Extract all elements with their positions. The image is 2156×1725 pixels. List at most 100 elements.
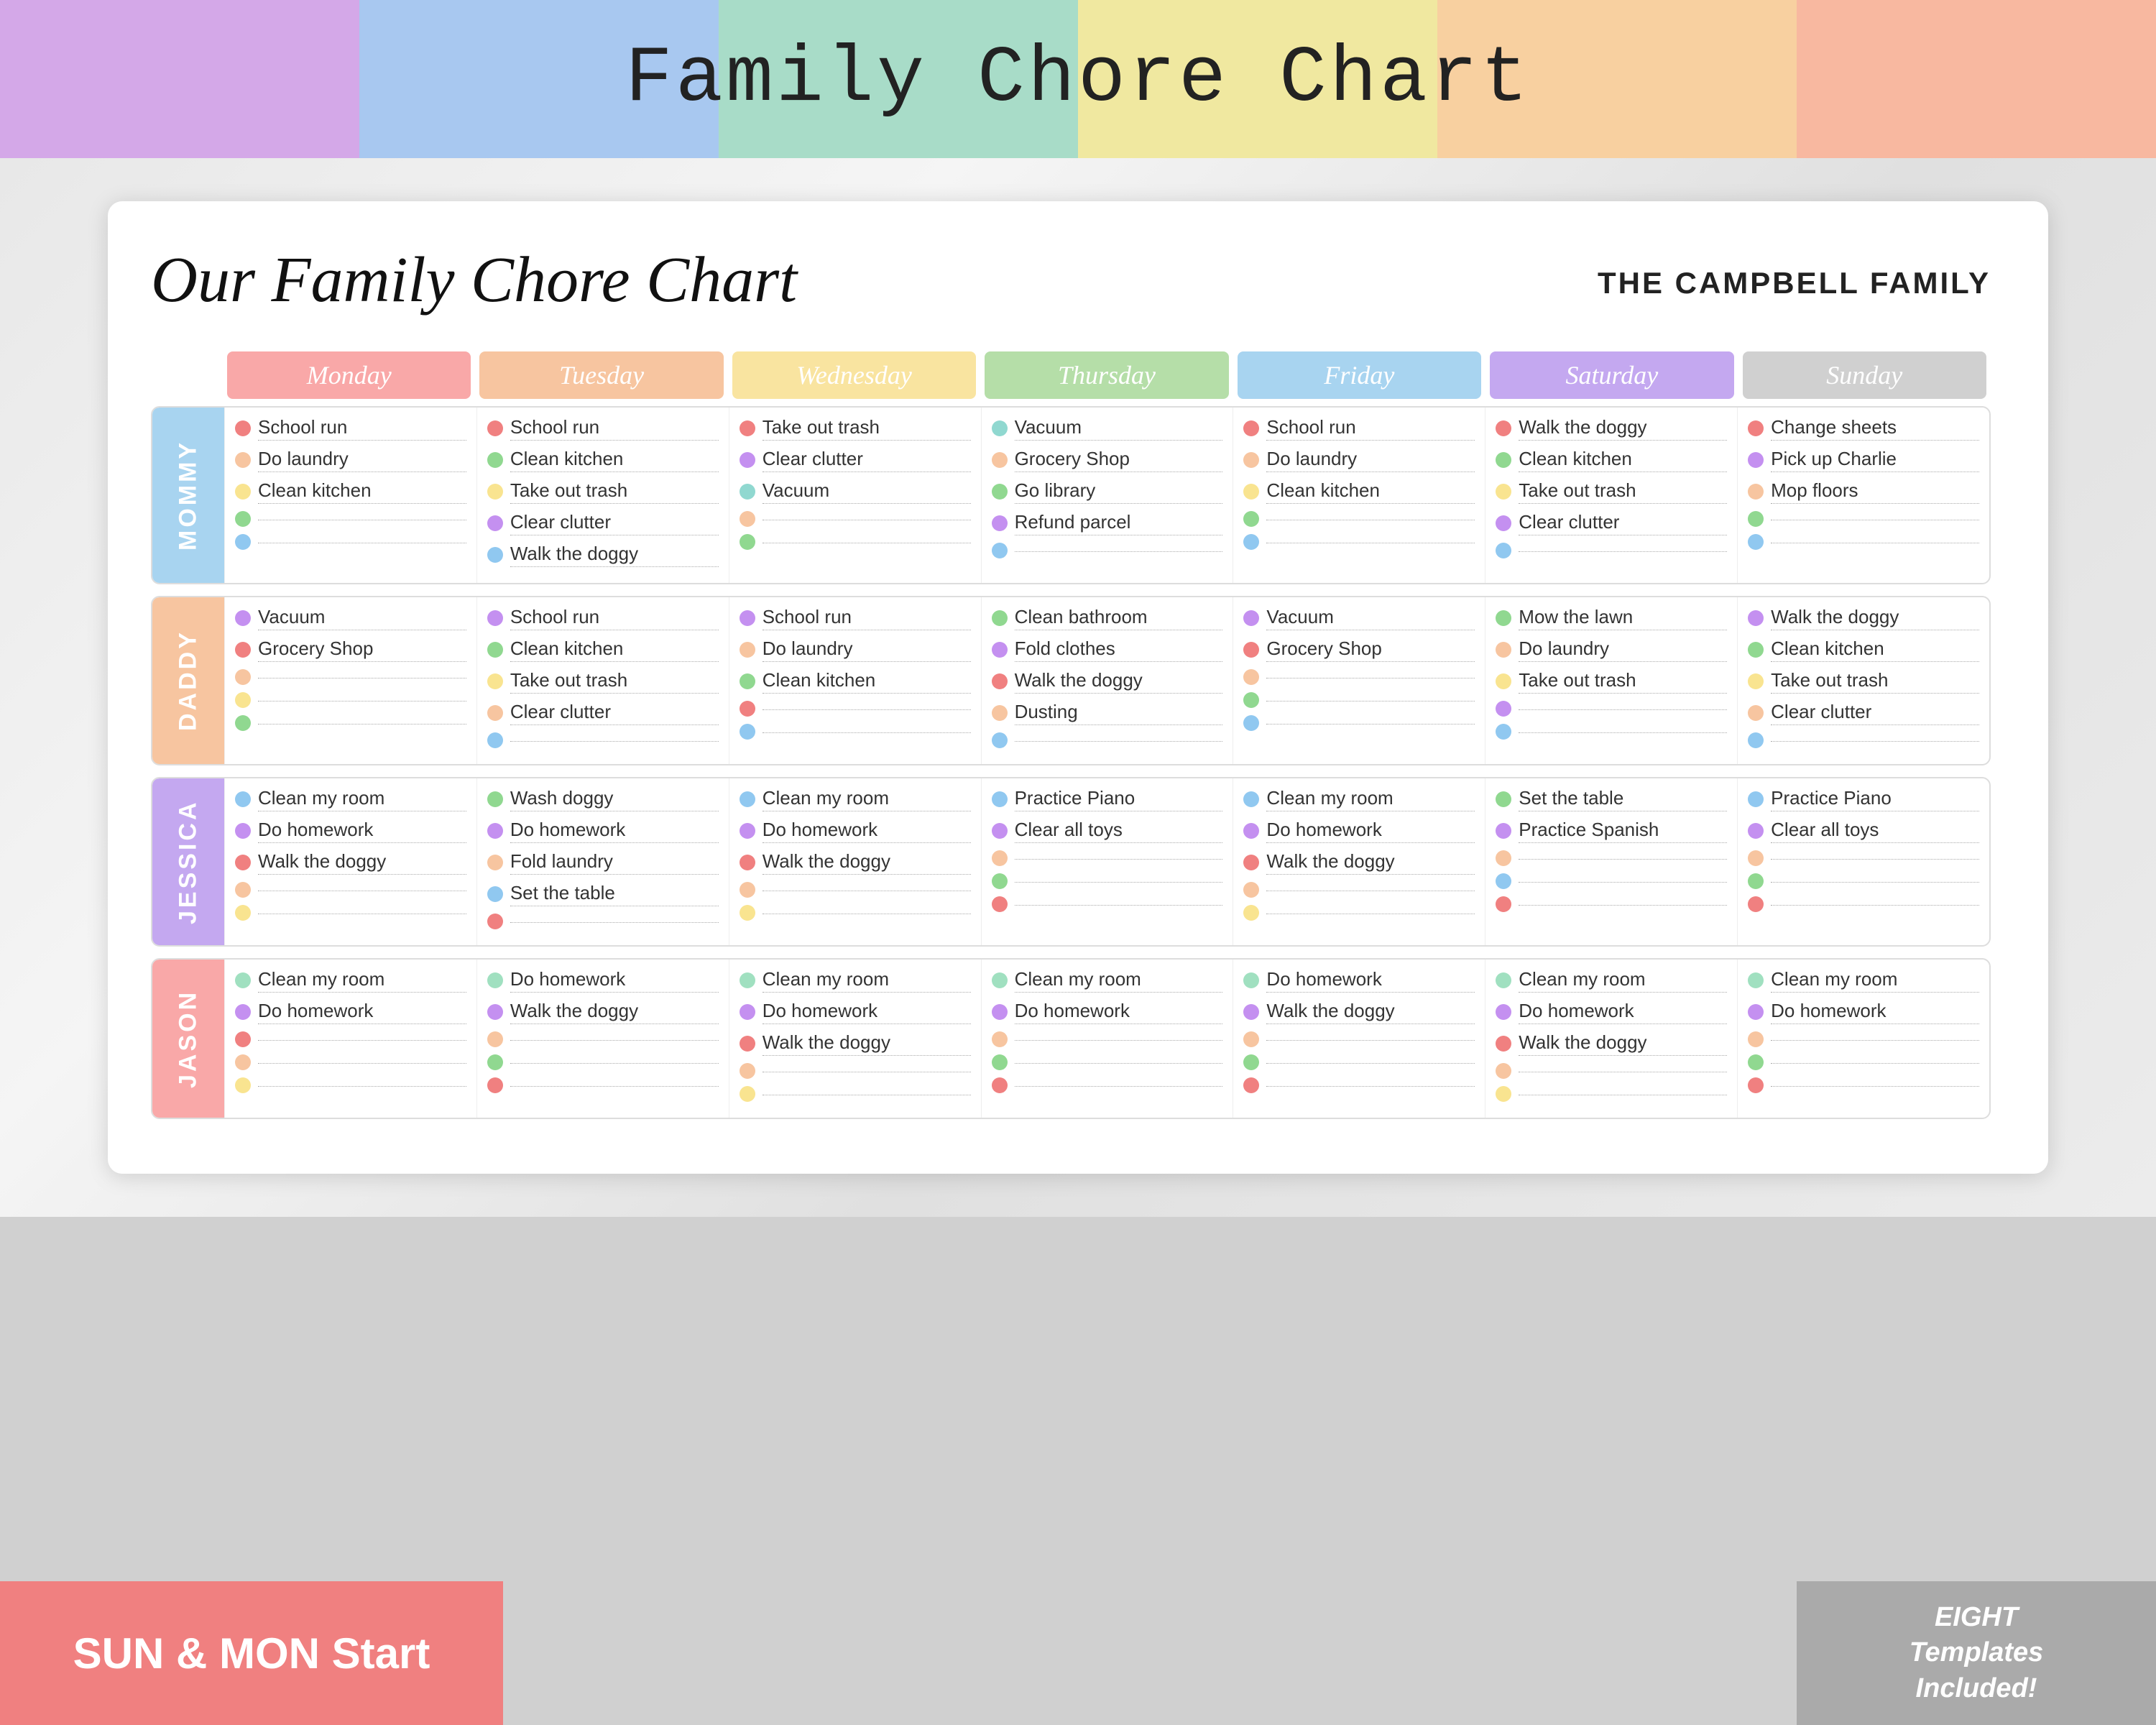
chore-item (487, 1031, 719, 1047)
chore-item: School run (740, 606, 971, 630)
chore-dot (487, 484, 503, 500)
chore-item (1243, 1077, 1475, 1093)
chore-item: Clean kitchen (487, 638, 719, 662)
chore-dot (235, 715, 251, 731)
day-header-wednesday: Wednesday (732, 351, 976, 399)
chore-text: Take out trash (1519, 479, 1727, 504)
chore-item (1748, 511, 1979, 527)
chore-dot (1748, 484, 1764, 500)
chore-dot (740, 823, 755, 839)
chore-dot (992, 420, 1008, 436)
person-row-mommy: MOMMYSchool runDo laundryClean kitchenSc… (151, 406, 1991, 584)
chore-text (1266, 541, 1475, 543)
chore-dot (1243, 692, 1259, 708)
chore-item: Do homework (992, 1000, 1223, 1024)
chore-item (992, 732, 1223, 748)
chore-text: Do homework (510, 819, 719, 843)
chore-text: Vacuum (763, 479, 971, 504)
chore-item: Set the table (1496, 787, 1727, 811)
chore-text: Clear all toys (1015, 819, 1223, 843)
chore-dot (235, 1077, 251, 1093)
footer-middle (503, 1581, 1797, 1725)
chore-text (763, 889, 971, 891)
top-banner: Family Chore Chart (0, 0, 2156, 158)
day-cell-daddy-3: Clean bathroomFold clothesWalk the doggy… (981, 597, 1233, 764)
chore-item: Do homework (1243, 968, 1475, 993)
chore-item (1496, 543, 1727, 558)
chore-dot (235, 1004, 251, 1020)
chore-item: Do laundry (740, 638, 971, 662)
chore-item (235, 1077, 466, 1093)
chore-text: Clear all toys (1771, 819, 1979, 843)
chore-item (1243, 882, 1475, 898)
chore-item: Clean kitchen (235, 479, 466, 504)
chore-text: Take out trash (1771, 669, 1979, 694)
chore-dot (235, 692, 251, 708)
chore-text (510, 1085, 719, 1087)
chore-text: Walk the doggy (1266, 1000, 1475, 1024)
chore-item: Take out trash (1496, 669, 1727, 694)
chore-dot (487, 705, 503, 721)
chore-text (1266, 889, 1475, 891)
chore-item: Clear all toys (1748, 819, 1979, 843)
chore-item (1496, 701, 1727, 717)
chore-text: Clean my room (1015, 968, 1223, 993)
chore-text (1519, 880, 1727, 883)
chore-text: Walk the doggy (510, 543, 719, 567)
chore-item: Fold laundry (487, 850, 719, 875)
chore-item: Go library (992, 479, 1223, 504)
chore-text: Do homework (1519, 1000, 1727, 1024)
chore-item: Take out trash (740, 416, 971, 441)
chore-dot (740, 610, 755, 626)
chore-item: Clean my room (1748, 968, 1979, 993)
chore-item (1243, 692, 1475, 708)
chore-item: Clear clutter (487, 511, 719, 535)
chore-item (1243, 715, 1475, 731)
day-cell-jason-0: Clean my roomDo homework (224, 960, 476, 1118)
chore-dot (992, 896, 1008, 912)
chore-dot (992, 1054, 1008, 1070)
chore-item: Clear clutter (740, 448, 971, 472)
chore-item: School run (487, 606, 719, 630)
chore-text: Clear clutter (763, 448, 971, 472)
chore-item: Fold clothes (992, 638, 1223, 662)
chore-dot (1748, 534, 1764, 550)
day-cell-mommy-2: Take out trash Clear clutter Vacuum (729, 408, 981, 583)
chore-dot (1243, 1077, 1259, 1093)
chore-item (487, 1054, 719, 1070)
chore-text (258, 1062, 466, 1064)
person-row-jessica: JESSICAClean my roomDo homeworkWalk the … (151, 777, 1991, 947)
chore-item: Clean my room (235, 968, 466, 993)
chore-text (1266, 676, 1475, 678)
chore-dot (487, 610, 503, 626)
chore-item: Vacuum (740, 479, 971, 504)
chore-item (1243, 1031, 1475, 1047)
chore-item (1496, 850, 1727, 866)
chore-text (258, 1085, 466, 1087)
chore-dot (1496, 724, 1511, 740)
chore-text: Clean kitchen (510, 638, 719, 662)
chore-text (1015, 1085, 1223, 1087)
chore-text (1015, 903, 1223, 906)
chore-item: Practice Spanish (1496, 819, 1727, 843)
day-header-thursday: Thursday (985, 351, 1228, 399)
day-cell-jason-5: Clean my roomDo homeworkWalk the doggy (1485, 960, 1737, 1118)
chore-item: Vacuum (992, 416, 1223, 441)
chore-item: Vacuum (235, 606, 466, 630)
top-title-area: Family Chore Chart (0, 0, 2156, 158)
chore-dot (487, 547, 503, 563)
day-cell-jason-4: Do homework Walk the doggy (1233, 960, 1485, 1118)
chore-dot (1243, 511, 1259, 527)
day-header-sunday: Sunday (1743, 351, 1986, 399)
chore-text (1771, 903, 1979, 906)
chore-item: Clean kitchen (487, 448, 719, 472)
chore-text (510, 921, 719, 923)
chore-dot (235, 1054, 251, 1070)
chore-text (1771, 518, 1979, 520)
chore-dot (235, 420, 251, 436)
chore-dot (992, 972, 1008, 988)
chore-dot (487, 972, 503, 988)
chore-text: Grocery Shop (1015, 448, 1223, 472)
chore-dot (235, 484, 251, 500)
chore-text (1519, 731, 1727, 733)
